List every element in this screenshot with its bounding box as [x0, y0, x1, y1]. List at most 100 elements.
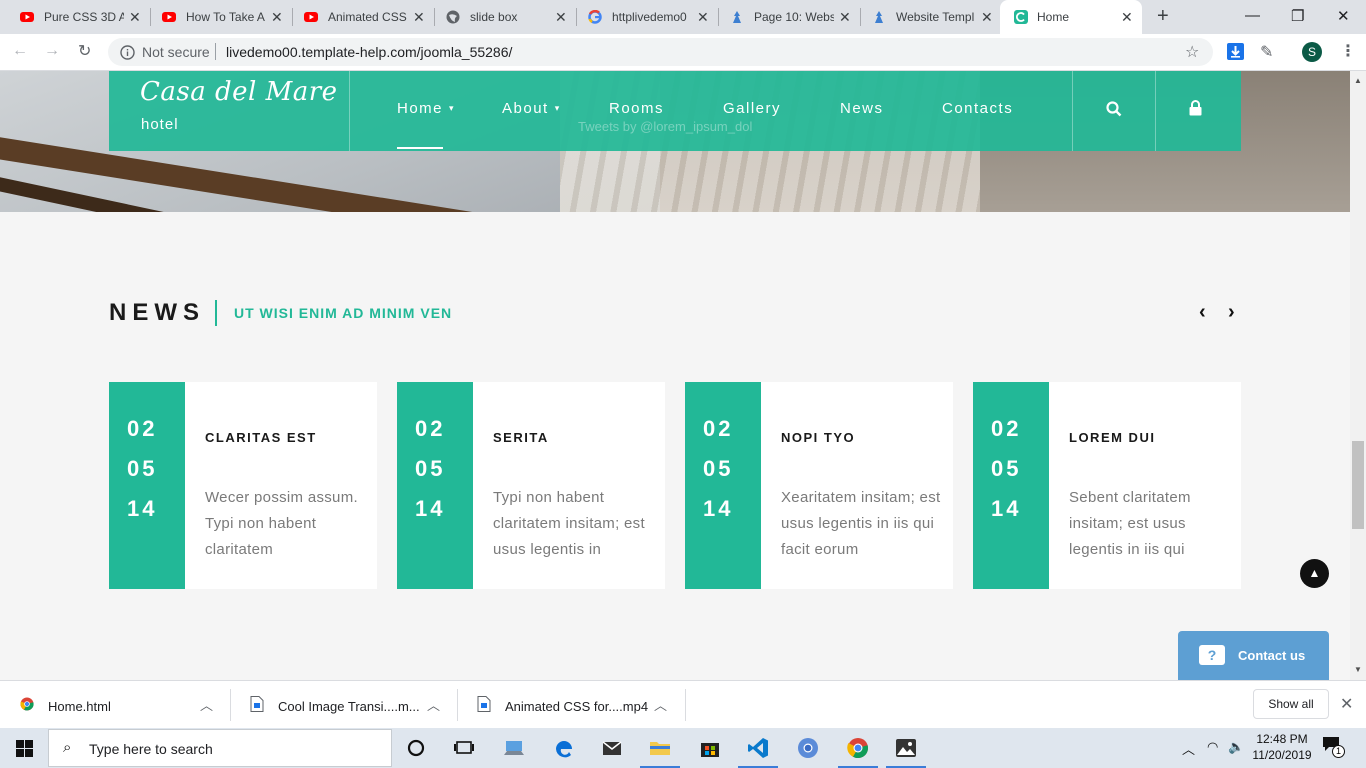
- close-tab-icon[interactable]: ✕: [697, 9, 709, 26]
- close-icon[interactable]: ✕: [1340, 694, 1353, 714]
- chevron-up-icon[interactable]: ︿: [654, 695, 667, 714]
- browser-tab-active[interactable]: Home ✕: [1000, 0, 1142, 34]
- taskbar-search[interactable]: ⌕ Type here to search: [48, 729, 392, 767]
- restore-icon[interactable]: ❐: [1291, 7, 1304, 25]
- eyedropper-icon[interactable]: ✎: [1260, 42, 1273, 62]
- nav-divider: [1072, 71, 1073, 151]
- news-card[interactable]: 02 05 14 NOPI TYO Xearitatem insitam; es…: [685, 382, 953, 589]
- edge-icon: [556, 741, 572, 758]
- download-filename: Animated CSS for....mp4: [505, 699, 649, 714]
- caret-down-icon: ▾: [449, 103, 456, 113]
- back-icon[interactable]: ←: [12, 42, 28, 60]
- news-card[interactable]: 02 05 14 LOREM DUI Sebent claritatem ins…: [973, 382, 1241, 589]
- nav-gallery[interactable]: Gallery: [723, 100, 781, 117]
- site-logo[interactable]: Casa del Mare: [140, 77, 338, 107]
- close-tab-icon[interactable]: ✕: [981, 9, 993, 26]
- menu-kebab-icon[interactable]: ⋮: [1340, 41, 1356, 61]
- browser-tab[interactable]: Website Templ ✕: [852, 0, 1000, 34]
- nav-about[interactable]: About ▾: [502, 100, 561, 117]
- search-icon[interactable]: [1106, 101, 1122, 117]
- profile-avatar[interactable]: S: [1302, 42, 1322, 62]
- browser-tab[interactable]: Page 10: Webs ✕: [710, 0, 858, 34]
- tab-title: slide box: [470, 10, 518, 24]
- news-section-title: NEWS: [109, 299, 205, 326]
- download-item[interactable]: Animated CSS for....mp4 ︿: [457, 681, 685, 729]
- taskbar-clock[interactable]: 12:48 PM 11/20/2019: [1252, 731, 1312, 763]
- download-item[interactable]: Cool Image Transi....m... ︿: [230, 681, 458, 729]
- browser-tab[interactable]: slide box ✕: [426, 0, 574, 34]
- contact-us-button[interactable]: ? Contact us: [1178, 631, 1329, 680]
- volume-icon[interactable]: 🔈: [1228, 739, 1244, 755]
- cortana-button[interactable]: [392, 728, 440, 768]
- taskbar-app[interactable]: [686, 728, 734, 768]
- windows-start-icon[interactable]: [16, 740, 33, 757]
- taskbar-app[interactable]: [636, 728, 684, 768]
- page-scrollbar[interactable]: ▲ ▼: [1350, 71, 1366, 680]
- scroll-down-arrow-icon[interactable]: ▼: [1354, 665, 1362, 674]
- tray-overflow-icon[interactable]: ︿: [1182, 739, 1195, 758]
- url-text[interactable]: livedemo00.template-help.com/joomla_5528…: [226, 44, 512, 60]
- close-tab-icon[interactable]: ✕: [555, 9, 567, 26]
- nav-contacts[interactable]: Contacts: [942, 100, 1013, 117]
- download-item[interactable]: Home.html ︿: [0, 681, 230, 729]
- taskbar-app[interactable]: [734, 728, 782, 768]
- close-tab-icon[interactable]: ✕: [413, 9, 425, 26]
- tab-title: Page 10: Webs: [754, 10, 834, 24]
- close-tab-icon[interactable]: ✕: [1121, 9, 1133, 26]
- download-divider: [685, 689, 686, 721]
- bookmark-star-icon[interactable]: ☆: [1185, 42, 1199, 62]
- browser-tab[interactable]: Animated CSS ✕: [284, 0, 432, 34]
- notification-center-button[interactable]: 1: [1322, 736, 1345, 758]
- news-card-title[interactable]: CLARITAS EST: [205, 430, 317, 445]
- info-icon[interactable]: [120, 45, 135, 60]
- browser-tab[interactable]: httplivedemo0 ✕: [568, 0, 716, 34]
- wifi-icon[interactable]: ◠: [1207, 739, 1218, 755]
- news-date-badge: 02 05 14: [973, 382, 1049, 589]
- nav-news[interactable]: News: [840, 100, 884, 117]
- nav-rooms-label: Rooms: [609, 100, 665, 117]
- close-tab-icon[interactable]: ✕: [839, 9, 851, 26]
- close-tab-icon[interactable]: ✕: [271, 9, 283, 26]
- taskbar-app[interactable]: [588, 728, 636, 768]
- tab-title: Home: [1037, 10, 1070, 24]
- lock-icon[interactable]: [1189, 100, 1202, 116]
- back-to-top-button[interactable]: ▲: [1300, 559, 1329, 588]
- task-view-button[interactable]: [440, 728, 488, 768]
- news-card-title[interactable]: SERITA: [493, 430, 549, 445]
- news-card[interactable]: 02 05 14 CLARITAS EST Wecer possim assum…: [109, 382, 377, 589]
- news-card-title[interactable]: NOPI TYO: [781, 430, 855, 445]
- taskbar-app[interactable]: [784, 728, 832, 768]
- new-tab-button[interactable]: +: [1157, 5, 1169, 28]
- address-bar[interactable]: Not secure livedemo00.template-help.com/…: [108, 38, 1213, 66]
- news-card[interactable]: 02 05 14 SERITA Typi non habent claritat…: [397, 382, 665, 589]
- browser-tab[interactable]: How To Take A ✕: [142, 0, 290, 34]
- site-icon: [1014, 10, 1028, 24]
- cortana-icon: [407, 739, 425, 757]
- nav-home[interactable]: Home ▾: [397, 100, 455, 117]
- news-card-title[interactable]: LOREM DUI: [1069, 430, 1155, 445]
- taskbar-app[interactable]: [540, 728, 588, 768]
- taskbar-app[interactable]: [490, 728, 538, 768]
- chrome-canary-icon: [798, 738, 818, 758]
- minimize-icon[interactable]: —: [1245, 7, 1260, 24]
- forward-icon[interactable]: →: [44, 42, 60, 60]
- scrollbar-thumb[interactable]: [1352, 441, 1364, 529]
- nav-rooms[interactable]: Rooms: [609, 100, 664, 117]
- reload-icon[interactable]: ↻: [78, 41, 91, 61]
- chevron-up-icon[interactable]: ︿: [427, 695, 440, 714]
- scroll-up-arrow-icon[interactable]: ▲: [1354, 76, 1362, 85]
- vscode-icon: [748, 738, 768, 758]
- nav-divider: [1155, 71, 1156, 151]
- close-tab-icon[interactable]: ✕: [129, 9, 141, 26]
- chevron-up-icon[interactable]: ︿: [200, 695, 213, 714]
- chevron-left-icon[interactable]: ‹: [1199, 301, 1206, 324]
- taskbar-app[interactable]: [882, 728, 930, 768]
- browser-tab[interactable]: Pure CSS 3D A ✕: [0, 0, 148, 34]
- close-window-icon[interactable]: ✕: [1337, 7, 1350, 25]
- download-extension-icon[interactable]: [1227, 43, 1244, 60]
- chevron-right-icon[interactable]: ›: [1228, 301, 1235, 324]
- show-all-downloads-button[interactable]: Show all: [1253, 689, 1329, 719]
- youtube-icon: [162, 12, 176, 22]
- taskbar-app[interactable]: [834, 728, 882, 768]
- chrome-icon: [847, 738, 869, 759]
